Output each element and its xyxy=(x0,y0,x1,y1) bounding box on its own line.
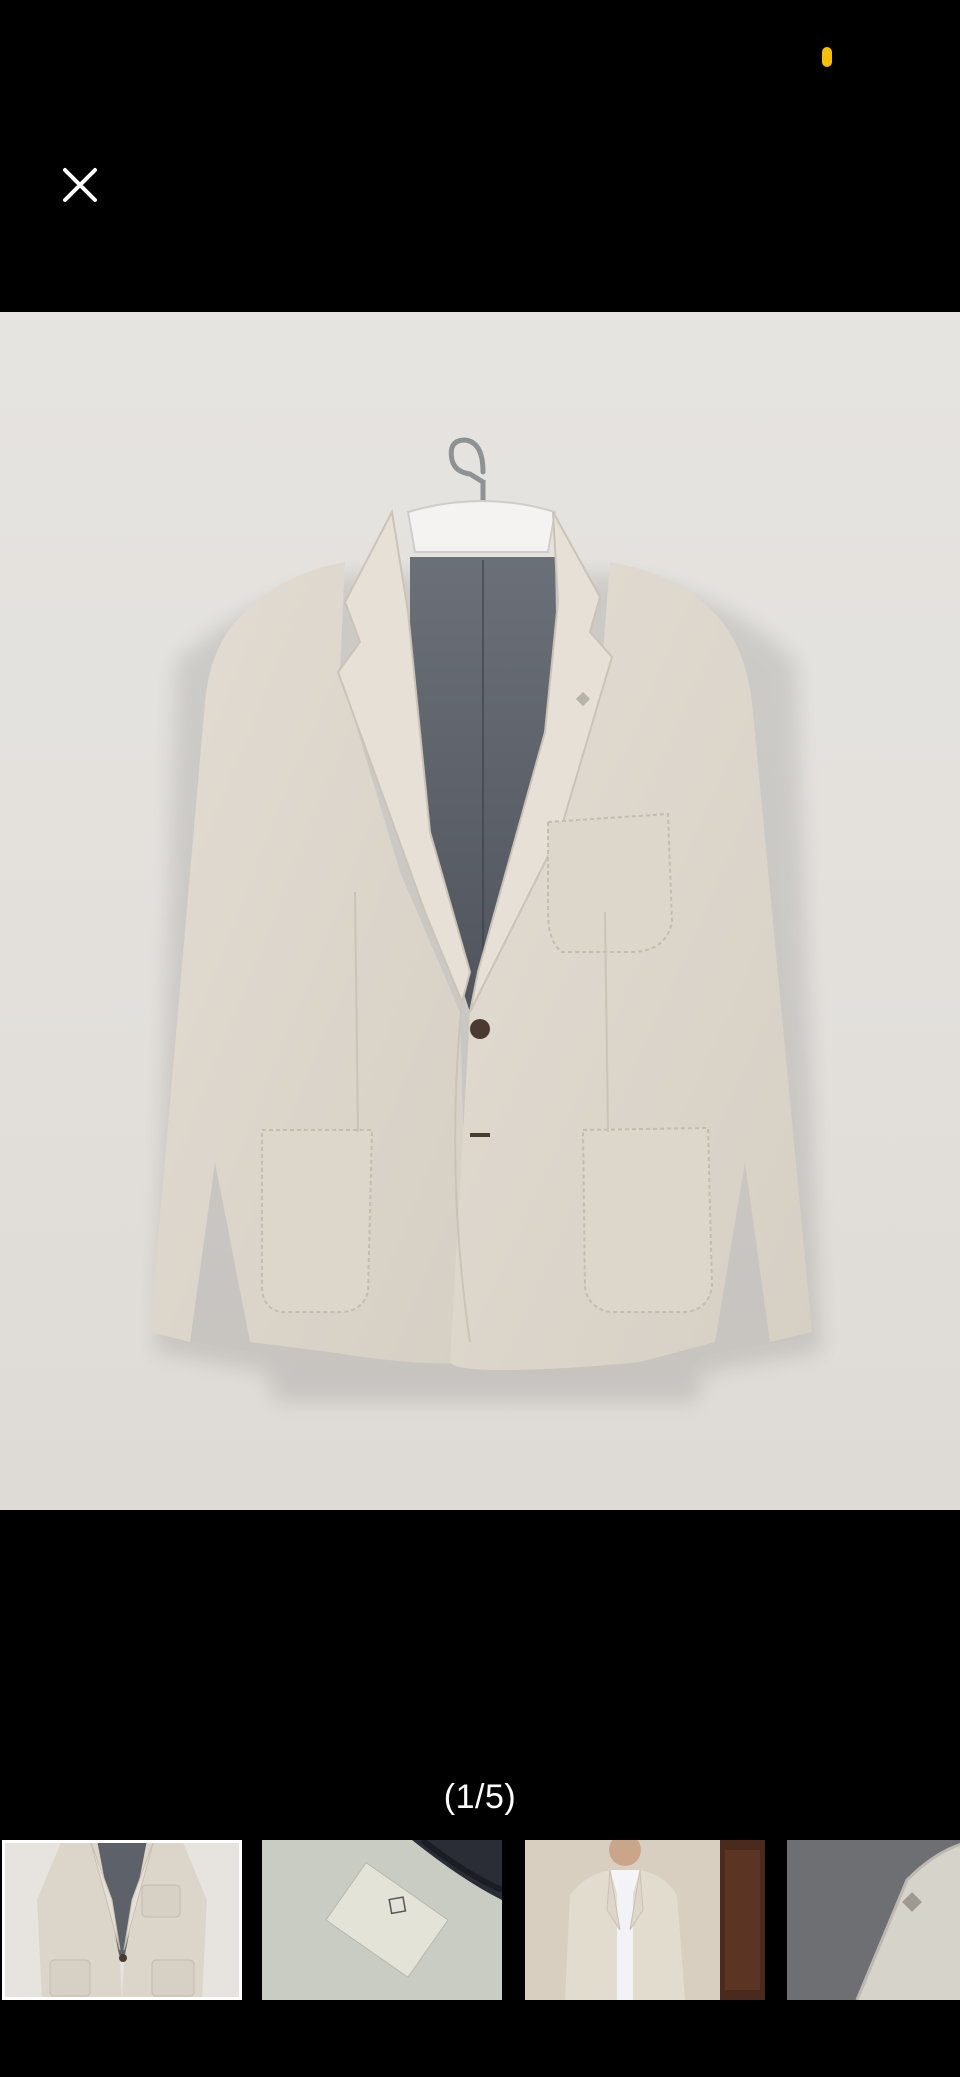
status-indicator xyxy=(822,47,832,67)
jacket-button xyxy=(470,1019,490,1039)
hanger-hook xyxy=(448,437,486,485)
thumbnail-strip[interactable] xyxy=(0,1840,960,2002)
thumbnail-fabric-detail xyxy=(787,1840,960,2000)
thumbnail-label-closeup xyxy=(262,1840,502,2000)
thumbnail-3[interactable] xyxy=(525,1840,765,2000)
main-product-image[interactable] xyxy=(0,312,960,1510)
blazer-illustration xyxy=(150,437,821,1402)
thumbnail-model-wearing-blazer xyxy=(525,1840,765,2000)
chest-pocket xyxy=(547,812,674,953)
image-counter: (1/5) xyxy=(443,1778,517,1816)
close-button[interactable] xyxy=(50,155,110,215)
right-pocket xyxy=(581,1126,714,1313)
close-icon xyxy=(63,168,97,202)
thumbnail-blazer-front xyxy=(2,1840,242,2000)
thumbnail-4[interactable] xyxy=(787,1840,960,2000)
thumbnail-1[interactable] xyxy=(2,1840,242,2000)
left-pocket xyxy=(261,1129,374,1313)
thumbnail-2[interactable] xyxy=(262,1840,502,2000)
image-viewer: (1/5) xyxy=(0,0,960,2077)
